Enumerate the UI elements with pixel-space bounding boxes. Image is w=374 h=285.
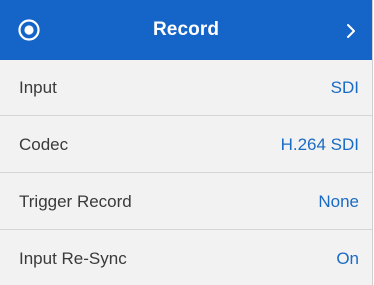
setting-label: Input [19,78,57,97]
page-title: Record [152,19,220,40]
chevron-right-icon [347,24,355,38]
setting-row-trigger-record[interactable]: Trigger Record None [0,174,372,230]
setting-row-input[interactable]: Input SDI [0,60,372,116]
setting-label: Codec [19,135,69,154]
setting-label: Trigger Record [19,192,132,211]
setting-value[interactable]: On [336,231,359,285]
setting-value[interactable]: SDI [331,60,359,116]
record-settings-panel: Record Input SDI Codec H.264 SDI Trigger… [0,0,373,285]
setting-row-input-resync[interactable]: Input Re-Sync On [0,231,372,285]
setting-row-codec[interactable]: Codec H.264 SDI [0,117,372,173]
setting-value[interactable]: H.264 SDI [281,117,359,173]
record-header-button[interactable]: Record [0,0,372,60]
setting-label: Input Re-Sync [19,249,127,268]
setting-value[interactable]: None [318,174,359,230]
